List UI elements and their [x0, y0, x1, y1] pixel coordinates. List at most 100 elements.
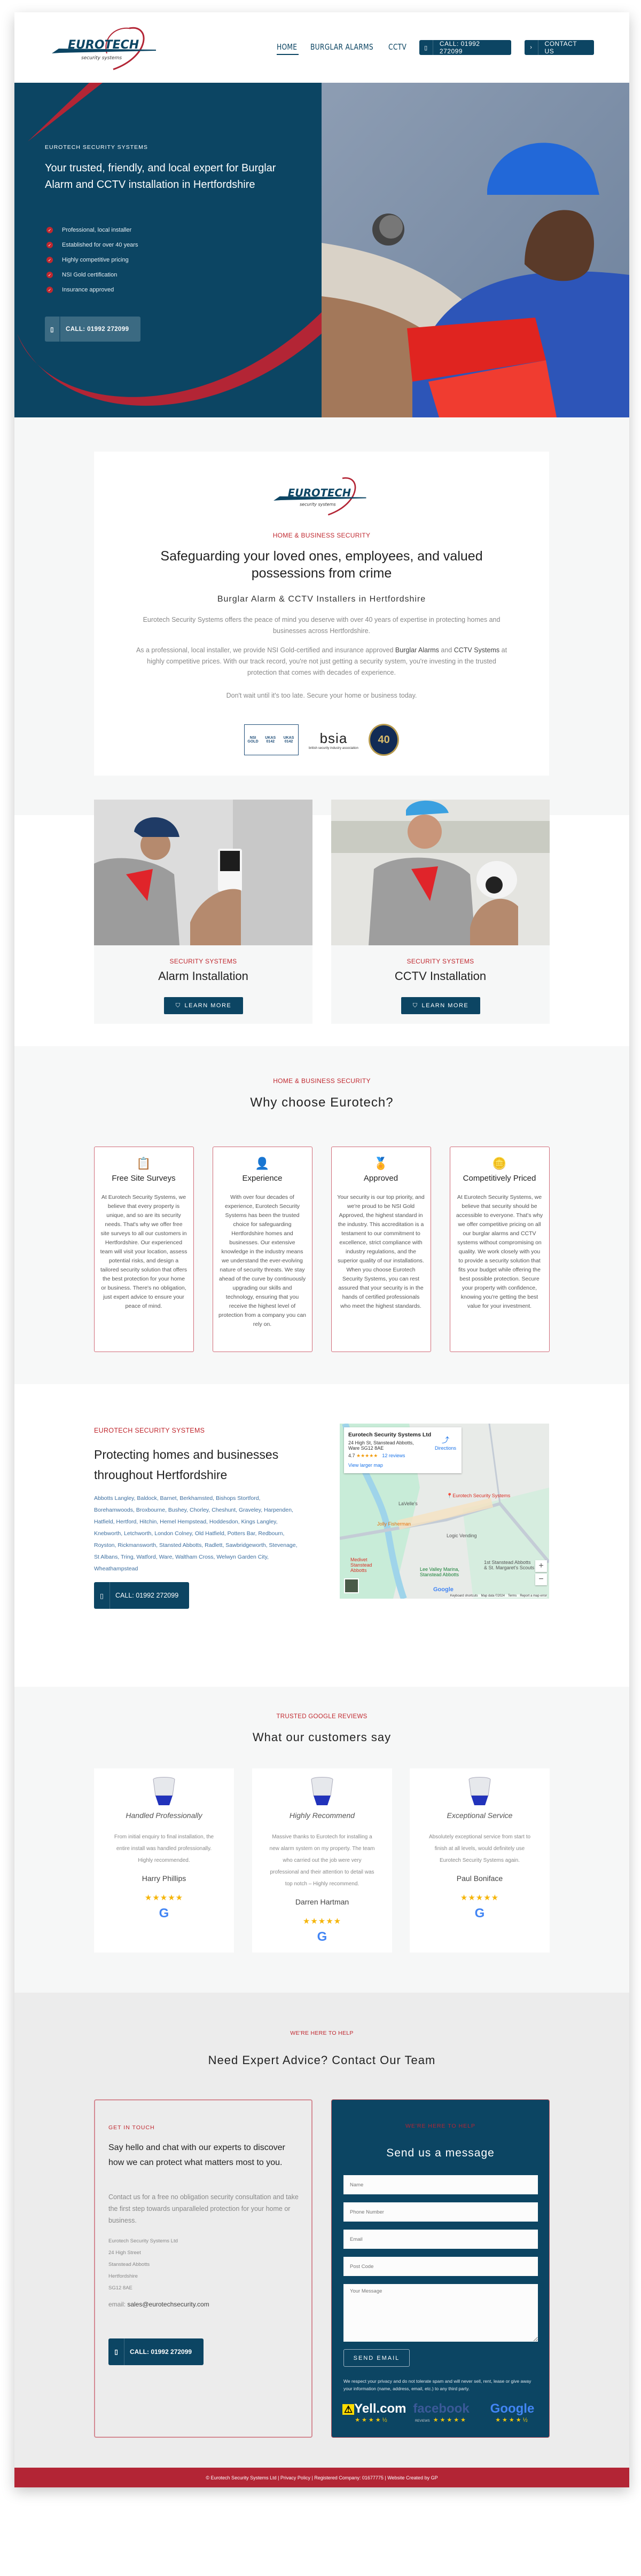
service-card-cctv: SECURITY SYSTEMS CCTV Installation ⛉ LEAR… [331, 800, 550, 1024]
hero-feature-list: ✓ Professional, local installer ✓ Establis… [46, 223, 138, 297]
reviews-title: What our customers say [252, 1730, 392, 1744]
map-satellite-toggle[interactable] [344, 1578, 359, 1593]
keyboard-shortcuts-link[interactable]: Keyboard shortcuts [450, 1594, 478, 1598]
why-choose-section: HOME & BUSINESS SECURITY Why choose Euro… [14, 1046, 629, 1384]
hero-panel: EUROTECH SECURITY SYSTEMS Your trusted, … [14, 83, 322, 417]
facebook-rating: facebook REVIEWS ★★★★★ [413, 2401, 470, 2423]
reviews-section: TRUSTED GOOGLE REVIEWS What our customer… [14, 1687, 629, 1993]
view-larger-map-link[interactable]: View larger map [348, 1463, 457, 1468]
email-input[interactable] [343, 2230, 538, 2249]
google-icon: G [159, 1906, 169, 1921]
contact-section: WE'RE HERE TO HELP Need Expert Advice? C… [14, 1993, 629, 2468]
why-kicker: HOME & BUSINESS SECURITY [273, 1077, 371, 1085]
message-textarea[interactable] [343, 2284, 538, 2342]
footer-text: © Eurotech Security Systems Ltd | Privac… [206, 2475, 438, 2480]
review-card: Highly Recommend Massive thanks to Eurot… [252, 1768, 392, 1953]
review-stars: ★★★★★ [460, 1893, 499, 1902]
contact-call-button[interactable]: ▯ CALL: 01992 272099 [108, 2338, 204, 2365]
header-call-button[interactable]: ▯ CALL: 01992 272099 [419, 40, 511, 55]
nav-burglar-alarms[interactable]: BURGLAR ALARMS [310, 42, 373, 52]
postcode-input[interactable] [343, 2257, 538, 2276]
company-address: Eurotech Security Systems Ltd 24 High St… [108, 2238, 178, 2291]
review-title: Exceptional Service [447, 1811, 513, 1820]
get-in-touch-panel: GET IN TOUCH Say hello and chat with our… [94, 2099, 312, 2438]
send-email-button[interactable]: SEND EMAIL [343, 2349, 410, 2367]
shield-icon: ⛉ [175, 1002, 181, 1009]
logo-text: EUROTECH [68, 38, 139, 52]
map-label: Lee Valley Marina, Stanstead Abbotts [420, 1567, 459, 1577]
nav-cctv[interactable]: CCTV [388, 42, 407, 52]
google-map[interactable]: Eurotech Security Systems Ltd 24 High St… [340, 1424, 549, 1599]
intro-paragraph: Eurotech Security Systems offers the pea… [143, 616, 501, 635]
feature-card: 🏅 Approved Your security is our top prio… [331, 1147, 431, 1352]
check-circle-icon: ✓ [46, 242, 53, 248]
privacy-notice: We respect your privacy and do not toler… [343, 2379, 531, 2391]
svg-text:security systems: security systems [300, 502, 336, 507]
alarm-siren-icon [153, 1777, 175, 1805]
alarm-siren-icon [311, 1777, 333, 1805]
intro-paragraph: As a professional, local installer, we p… [136, 646, 507, 676]
header-contact-button[interactable]: › CONTACT US [525, 40, 594, 55]
phone-input[interactable] [343, 2202, 538, 2222]
eurotech-logo[interactable]: EUROTECH security systems [49, 24, 161, 72]
map-pin[interactable]: 📍Eurotech Security Systems [447, 1493, 510, 1499]
intro-card: EUROTECH security systems HOME & BUSINES… [94, 452, 549, 776]
google-icon: G [474, 1906, 485, 1921]
intro-kicker: HOME & BUSINESS SECURITY [272, 532, 371, 539]
areas-call-button[interactable]: ▯ CALL: 01992 272099 [94, 1582, 189, 1609]
hero-feature: ✓ Professional, local installer [46, 223, 138, 238]
map-label: Jolly Fisherman [377, 1521, 411, 1527]
intro-subtitle: Burglar Alarm & CCTV Installers in Hertf… [217, 595, 426, 604]
review-text: Absolutely exceptional service from star… [428, 1834, 531, 1863]
terms-link[interactable]: Terms [508, 1594, 517, 1598]
hero-call-button[interactable]: ▯ CALL: 01992 272099 [45, 317, 140, 342]
hero-feature: ✓ Established for over 40 years [46, 238, 138, 252]
header-call-label: CALL: 01992 272099 [439, 40, 480, 55]
map-place-card: Eurotech Security Systems Ltd 24 High St… [344, 1427, 462, 1473]
areas-kicker: EUROTECH SECURITY SYSTEMS [94, 1427, 205, 1434]
hero-feature: ✓ Highly competitive pricing [46, 252, 138, 267]
learn-more-button[interactable]: ⛉ LEARN MORE [401, 997, 480, 1014]
map-data-credit: Map data ©2024 [481, 1594, 505, 1598]
contact-call-label: CALL: 01992 272099 [130, 2348, 192, 2356]
name-input[interactable] [343, 2175, 538, 2194]
phone-icon: ▯ [45, 317, 60, 342]
form-title: Send us a message [386, 2147, 495, 2159]
review-card: Exceptional Service Absolutely exception… [410, 1768, 550, 1953]
intro-paragraph: Don't wait until it's too late. Secure y… [226, 692, 417, 699]
feature-card: 📋 Free Site Surveys At Eurotech Security… [94, 1147, 194, 1352]
chevron-right-icon: › [525, 40, 538, 55]
logo-tagline: security systems [81, 56, 122, 61]
map-reviews-link[interactable]: 12 reviews [382, 1453, 405, 1458]
shield-icon: ⛉ [412, 1002, 418, 1009]
towns-list: Abbotts Langley, Baldock, Barnet, Berkha… [94, 1495, 298, 1572]
feature-card: 👤 Experience With over four decades of e… [213, 1147, 312, 1352]
service-card-alarm: SECURITY SYSTEMS Alarm Installation ⛉ LEA… [94, 800, 312, 1024]
map-label: LaVelle's [398, 1501, 418, 1506]
hero-image-installer [322, 83, 629, 417]
map-zoom-in-button[interactable]: + [535, 1560, 547, 1572]
nav-home[interactable]: HOME [277, 42, 297, 52]
report-map-error-link[interactable]: Report a map error [520, 1594, 547, 1598]
email-link[interactable]: sales@eurotechsecurity.com [127, 2301, 209, 2308]
map-address: 24 High St, Stanstead Abbotts, Ware SG12… [348, 1440, 414, 1451]
user-shield-icon: 👤 [255, 1157, 270, 1170]
reviews-kicker: TRUSTED GOOGLE REVIEWS [276, 1713, 368, 1720]
directions-link[interactable]: ⤴ Directions [435, 1435, 456, 1451]
map-zoom-out-button[interactable]: − [535, 1574, 547, 1585]
reviewer-name: Paul Boniface [456, 1874, 503, 1883]
feature-text: With over four decades of experience, Eu… [218, 1194, 307, 1327]
check-circle-icon: ✓ [46, 227, 53, 233]
header-contact-label: CONTACT US [544, 40, 577, 55]
google-icon: G [317, 1930, 327, 1944]
nav-active-indicator [277, 54, 299, 55]
phone-icon: ▯ [419, 40, 433, 55]
feature-text: Your security is our top priority, and w… [337, 1194, 425, 1309]
form-kicker: WE'RE HERE TO HELP [405, 2123, 476, 2129]
learn-more-button[interactable]: ⛉ LEARN MORE [164, 997, 243, 1014]
why-title: Why choose Eurotech? [250, 1095, 394, 1110]
map-label: 1st Stanstead Abbotts & St. Margaret's S… [484, 1560, 535, 1570]
hero-photo [322, 83, 629, 417]
service-kicker: SECURITY SYSTEMS [407, 958, 474, 965]
areas-call-label: CALL: 01992 272099 [115, 1592, 179, 1599]
